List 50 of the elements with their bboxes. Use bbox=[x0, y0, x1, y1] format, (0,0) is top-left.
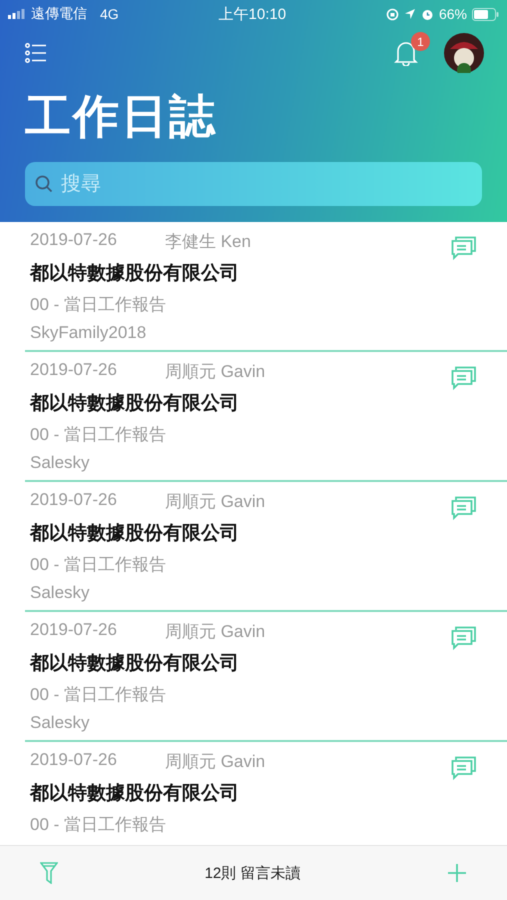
entry-date: 2019-07-26 bbox=[30, 360, 117, 381]
entry-author: 周順元 Gavin bbox=[164, 491, 266, 513]
add-icon[interactable] bbox=[446, 863, 467, 883]
task-type: 00 - 當日工作報告 bbox=[30, 554, 168, 576]
search-field[interactable]: 搜尋 bbox=[25, 162, 482, 206]
entry-date: 2019-07-26 bbox=[30, 490, 117, 511]
entry-author: 李健生 Ken bbox=[164, 231, 251, 253]
filter-icon[interactable] bbox=[40, 862, 58, 884]
comment-icon[interactable] bbox=[451, 236, 477, 260]
signal-icon bbox=[8, 9, 26, 19]
bell-icon bbox=[394, 40, 418, 66]
task-type: 00 - 當日工作報告 bbox=[30, 294, 168, 316]
carrier-name: 遠傳電信 bbox=[31, 5, 87, 23]
clock-time: 上午10:10 bbox=[218, 4, 286, 24]
rotation-lock-icon bbox=[386, 8, 399, 20]
comment-icon[interactable] bbox=[451, 366, 477, 390]
comment-icon[interactable] bbox=[451, 626, 477, 650]
entry-author: 周順元 Gavin bbox=[164, 751, 266, 773]
account-name: Salesky bbox=[30, 453, 91, 473]
avatar[interactable] bbox=[444, 33, 484, 73]
company-name: 都以特數據股份有限公司 bbox=[30, 262, 240, 286]
account-name: Salesky bbox=[30, 583, 91, 603]
task-type: 00 - 當日工作報告 bbox=[30, 424, 168, 446]
task-type: 00 - 當日工作報告 bbox=[30, 684, 168, 706]
entry-author: 周順元 Gavin bbox=[164, 621, 266, 643]
location-arrow-icon bbox=[404, 8, 416, 20]
company-name: 都以特數據股份有限公司 bbox=[30, 392, 240, 416]
entry-date: 2019-07-26 bbox=[30, 750, 117, 771]
account-name: SkyFamily2018 bbox=[30, 323, 148, 343]
page-title: 工作日誌 bbox=[25, 88, 218, 145]
entry-date: 2019-07-26 bbox=[30, 230, 117, 251]
entry-author: 周順元 Gavin bbox=[164, 361, 266, 383]
task-type: 00 - 當日工作報告 bbox=[30, 814, 168, 836]
battery-percent: 66% bbox=[438, 6, 467, 22]
battery-icon bbox=[472, 8, 499, 20]
menu-icon bbox=[25, 43, 47, 63]
alarm-clock-icon bbox=[420, 8, 434, 20]
company-name: 都以特數據股份有限公司 bbox=[30, 652, 240, 676]
entry-date: 2019-07-26 bbox=[30, 620, 117, 641]
notification-badge: 1 bbox=[411, 32, 430, 51]
account-name: Salesky bbox=[30, 713, 91, 733]
search-icon bbox=[35, 175, 53, 193]
menu-button[interactable] bbox=[25, 43, 47, 63]
comment-icon[interactable] bbox=[451, 496, 477, 520]
notification-button[interactable] bbox=[394, 40, 418, 66]
comment-icon[interactable] bbox=[451, 756, 477, 780]
company-name: 都以特數據股份有限公司 bbox=[30, 782, 240, 806]
company-name: 都以特數據股份有限公司 bbox=[30, 522, 240, 546]
network-type: 4G bbox=[100, 6, 119, 22]
unread-comments-count: 12則 留言未讀 bbox=[204, 864, 300, 882]
